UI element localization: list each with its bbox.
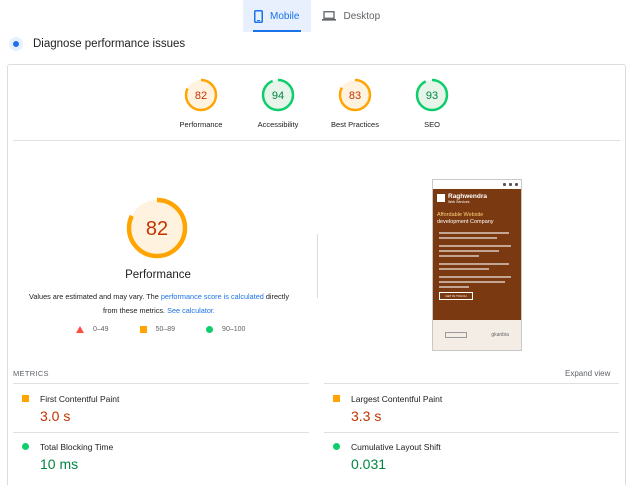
metric-cls-name: Cumulative Layout Shift [351,442,441,452]
orange-square-icon [22,395,29,402]
green-circle-icon [206,326,214,333]
performance-score-link[interactable]: performance score is calculated [161,292,264,301]
divider [13,383,309,384]
gauge-seo-ring: 93 [415,78,449,112]
legend-fail: 0–49 [76,326,109,333]
divider [13,432,309,433]
main-gauge-label: Performance [125,269,191,281]
thumb-brand-name: Raghwendra [448,193,488,200]
gauge-performance-ring: 82 [184,78,218,112]
thumb-cta-button: GET IN TOUCH [439,292,473,300]
gauge-best-practices-ring: 83 [338,78,372,112]
metric-tbt-value: 10 ms [40,456,79,472]
divider [13,140,620,141]
green-circle-icon [333,443,340,450]
legend-average-range: 50–89 [155,326,176,333]
thumb-topbar [433,180,521,189]
red-triangle-icon [76,326,84,333]
orange-square-icon [333,395,340,402]
see-calculator-link[interactable]: See calculator. [167,306,215,315]
thumb-headline: Affordable Website development Company [433,208,521,226]
metric-tbt-name: Total Blocking Time [40,442,114,452]
metric-fcp-name: First Contentful Paint [40,394,120,404]
divider [324,383,619,384]
metrics-header: METRICS [13,369,49,378]
thumb-text-lines [433,226,521,288]
gauge-best-practices-score: 83 [349,90,361,102]
thumb-logo-icon [437,194,445,202]
gauge-accessibility-score: 94 [272,90,284,102]
thumb-brand-sub: Web Services [448,200,470,204]
tab-mobile[interactable]: Mobile [243,0,312,32]
metric-cls-value: 0.031 [351,456,387,472]
main-gauge: 82 [124,195,190,266]
tab-mobile-label: Mobile [270,10,300,22]
orange-square-icon [139,326,147,333]
gauge-accessibility-ring: 94 [261,78,295,112]
green-circle-icon [22,443,29,450]
thumb-brand: Raghwendra Web Services [433,189,521,208]
score-legend: 0–49 50–89 90–100 [76,326,276,333]
values-note-text-1: Values are estimated and may vary. The [29,292,161,301]
diagnose-icon [9,37,23,51]
gauge-seo-score: 93 [426,90,438,102]
metric-lcp-name: Largest Contentful Paint [351,394,443,404]
main-gauge-score: 82 [146,218,168,240]
legend-pass-range: 90–100 [222,326,246,333]
metric-fcp-value: 3.0 s [40,408,71,424]
vertical-divider [317,234,318,298]
divider [324,432,619,433]
thumb-headline-1: Affordable Website [437,212,484,218]
gauge-seo-label: SEO [424,120,440,129]
laptop-icon [322,11,337,21]
diagnose-header: Diagnose performance issues [9,37,185,51]
legend-pass: 90–100 [206,326,245,333]
category-gauges: 82 Performance 94 Accessibility 83 Best … [8,77,625,131]
thumb-footer: gkanbia [433,320,521,350]
gauge-performance-score: 82 [195,90,207,102]
thumb-footer-brand: gkanbia [491,332,509,338]
expand-view-toggle[interactable]: Expand view [565,369,610,378]
device-tabs: Mobile Desktop [243,0,392,32]
tab-desktop-label: Desktop [343,10,381,22]
tab-desktop[interactable]: Desktop [311,0,392,32]
phone-icon [254,9,263,23]
page-title: Diagnose performance issues [33,38,186,50]
page-screenshot-thumbnail: Raghwendra Web Services Affordable Websit… [432,179,522,351]
values-note: Values are estimated and may vary. The p… [24,290,294,318]
legend-fail-range: 0–49 [93,326,109,333]
report-card: 82 Performance 94 Accessibility 83 Best … [7,64,626,485]
thumb-footer-logo-icon [445,332,468,338]
metric-lcp-value: 3.3 s [351,408,382,424]
main-gauge-ring: 82 [126,197,188,259]
thumb-headline-2: development Company [437,219,494,225]
gauge-seo[interactable]: 93 SEO [387,77,477,129]
legend-average: 50–89 [139,326,176,333]
